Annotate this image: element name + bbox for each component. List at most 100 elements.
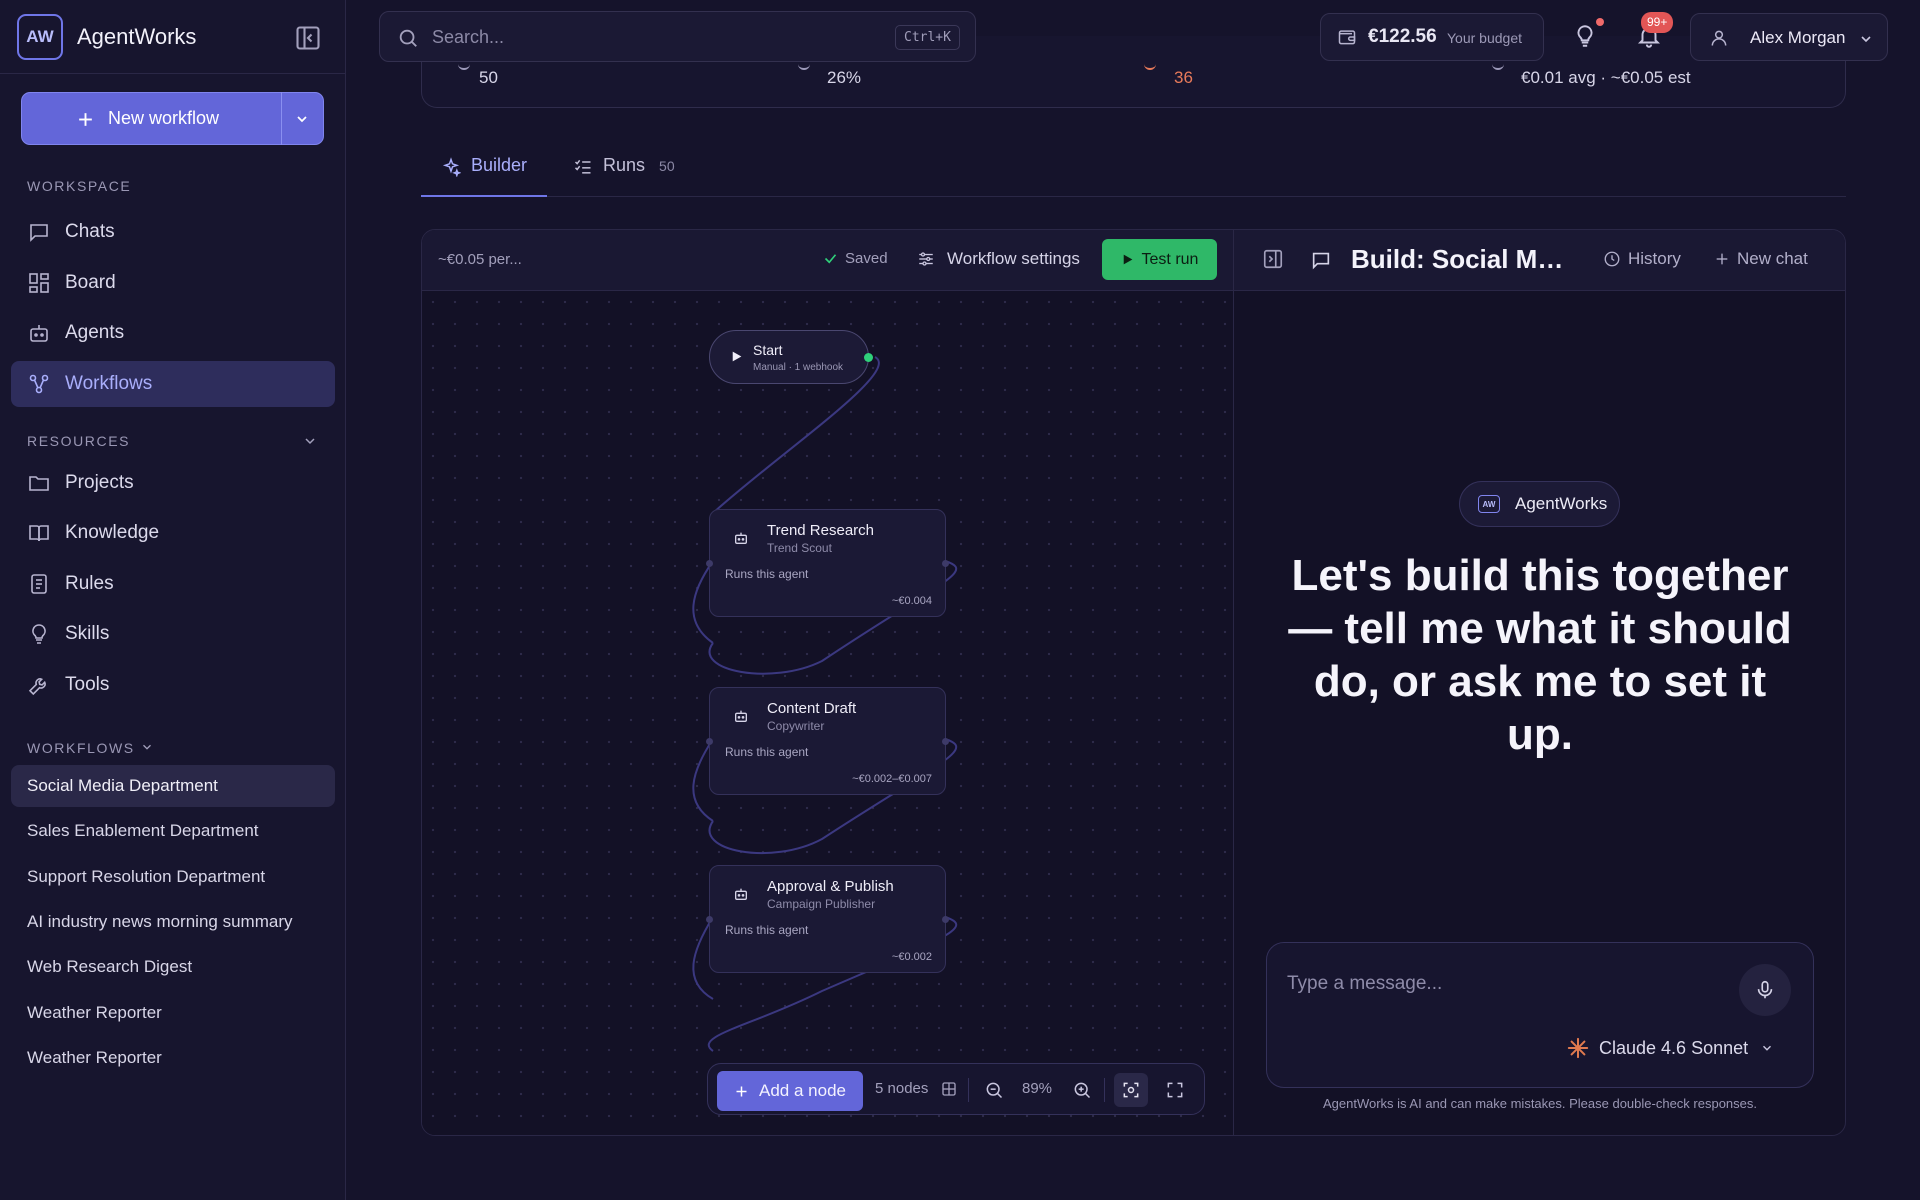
zoom-in-icon[interactable] <box>1072 1080 1092 1100</box>
new-workflow-button[interactable]: New workflow <box>22 93 281 144</box>
sidebar-item-label: Chats <box>65 221 115 242</box>
search-bar[interactable]: Search... Ctrl+K <box>379 11 976 62</box>
agent-icon <box>30 325 48 342</box>
node-count: 5 nodes <box>875 1080 929 1097</box>
model-selector[interactable]: Claude 4.6 Sonnet <box>1567 1037 1774 1059</box>
sidebar-item-workflows[interactable]: Workflows <box>11 361 335 407</box>
workflows-section-label: WORKFLOWS <box>27 740 135 756</box>
sidebar-item-tools[interactable]: Tools <box>11 662 335 708</box>
notification-badge: 99+ <box>1641 12 1674 33</box>
chevron-down-icon[interactable] <box>140 740 154 754</box>
stat-cost-value: €0.01 avg · ~€0.05 est <box>1521 68 1691 87</box>
test-run-label: Test run <box>1141 250 1199 268</box>
workflow-list-item[interactable]: AI industry news morning summary <box>11 901 335 943</box>
sparkle-icon <box>442 157 461 177</box>
sidebar-item-board[interactable]: Board <box>11 260 335 306</box>
fit-view-button[interactable] <box>1114 1073 1148 1107</box>
workflow-list-item[interactable]: Weather Reporter <box>11 1037 335 1079</box>
user-icon <box>1711 30 1727 46</box>
budget-indicator[interactable]: €122.56 Your budget <box>1320 13 1544 61</box>
microphone-icon <box>1757 980 1773 999</box>
stat-runs-value: 50 <box>479 68 498 87</box>
sidebar-item-chats[interactable]: Chats <box>11 209 335 255</box>
divider <box>1104 1078 1105 1102</box>
layout-icon[interactable] <box>940 1080 958 1098</box>
chat-icon <box>1312 252 1330 270</box>
add-node-button[interactable]: Add a node <box>717 1071 863 1111</box>
workflow-list-item[interactable]: Support Resolution Department <box>11 856 335 898</box>
search-input[interactable]: Search... <box>432 27 504 48</box>
agent-node-trend-research[interactable]: Trend Research Trend Scout Runs this age… <box>706 509 949 617</box>
collapse-panel-icon[interactable] <box>1262 248 1284 270</box>
start-node[interactable]: Start Manual · 1 webhook <box>709 330 873 384</box>
agent-node-approval-publish[interactable]: Approval & Publish Campaign Publisher Ru… <box>706 865 949 973</box>
board-icon <box>29 273 49 293</box>
folder-icon <box>29 476 49 491</box>
stat-errors-value: 36 <box>1174 68 1193 87</box>
play-icon <box>732 351 742 362</box>
sidebar-item-projects[interactable]: Projects <box>11 460 335 506</box>
search-icon <box>399 29 417 47</box>
history-button[interactable]: History <box>1603 249 1681 269</box>
input-port[interactable] <box>706 738 713 745</box>
microphone-button[interactable] <box>1739 964 1791 1016</box>
workflow-list-item[interactable]: Weather Reporter <box>11 992 335 1034</box>
budget-label: Your budget <box>1447 30 1522 46</box>
save-status-label: Saved <box>845 250 888 267</box>
node-title: Approval & Publish <box>767 878 894 895</box>
sidebar-item-knowledge[interactable]: Knowledge <box>11 510 335 556</box>
sidebar-item-agents[interactable]: Agents <box>11 310 335 356</box>
focus-icon <box>1123 1082 1139 1098</box>
sidebar-item-rules[interactable]: Rules <box>11 561 335 607</box>
output-port[interactable] <box>942 560 949 567</box>
tab-builder[interactable]: Builder <box>421 155 548 197</box>
resources-section-label: RESOURCES <box>27 433 131 449</box>
input-port[interactable] <box>706 560 713 567</box>
chat-hero-text: Let's build this together — tell me what… <box>1288 551 1792 759</box>
user-name: Alex Morgan <box>1750 28 1846 47</box>
message-composer: Claude 4.6 Sonnet <box>1266 942 1814 1088</box>
new-chat-button[interactable]: New chat <box>1714 249 1808 269</box>
history-label: History <box>1628 249 1681 268</box>
sidebar-item-label: Projects <box>65 472 134 493</box>
output-port[interactable] <box>942 738 949 745</box>
agent-node-content-draft[interactable]: Content Draft Copywriter Runs this agent… <box>706 687 949 795</box>
chevron-down-icon[interactable] <box>302 433 318 449</box>
brand-pill: AW AgentWorks <box>1459 481 1620 527</box>
workflow-list-item[interactable]: Sales Enablement Department <box>11 810 335 852</box>
sidebar-item-skills[interactable]: Skills <box>11 611 335 657</box>
panel-divider <box>1233 230 1234 1135</box>
output-port[interactable] <box>942 916 949 923</box>
output-port[interactable] <box>864 353 873 362</box>
plus-icon <box>736 1086 747 1096</box>
message-input[interactable] <box>1287 969 1727 999</box>
chevron-down-icon <box>1861 36 1871 43</box>
workflow-canvas[interactable]: Start Manual · 1 webhook Trend Research … <box>422 291 1233 1135</box>
zoom-out-icon[interactable] <box>984 1080 1004 1100</box>
claude-spark-icon <box>1567 1037 1589 1059</box>
user-menu[interactable]: Alex Morgan <box>1690 13 1888 61</box>
new-workflow-button-group: New workflow <box>21 92 324 145</box>
search-shortcut: Ctrl+K <box>895 25 960 50</box>
test-run-button[interactable]: Test run <box>1102 239 1217 280</box>
sliders-icon <box>919 252 933 266</box>
workflow-settings-button[interactable]: Workflow settings <box>917 249 1080 269</box>
fullscreen-icon[interactable] <box>1165 1080 1185 1100</box>
workflow-list-item[interactable]: Social Media Department <box>11 765 335 807</box>
tab-runs[interactable]: Runs 50 <box>573 155 675 197</box>
error-icon <box>1144 60 1156 70</box>
lightbulb-icon[interactable] <box>1572 22 1598 50</box>
workflow-settings-label: Workflow settings <box>947 249 1080 268</box>
new-workflow-dropdown-button[interactable] <box>282 92 324 145</box>
workflow-list-item[interactable]: Web Research Digest <box>11 946 335 988</box>
plus-icon <box>1716 253 1728 265</box>
model-name: Claude 4.6 Sonnet <box>1599 1037 1749 1058</box>
wrench-icon <box>28 678 46 696</box>
new-workflow-label: New workflow <box>108 108 220 128</box>
builder-panel: ~€0.05 per... Saved Workflow settings Te… <box>421 229 1846 1136</box>
budget-amount: €122.56 <box>1368 26 1437 47</box>
collapse-sidebar-icon[interactable] <box>294 24 322 52</box>
input-port[interactable] <box>706 916 713 923</box>
app-logo[interactable]: AW <box>17 14 63 60</box>
chat-title: Build: Social Media... <box>1351 244 1573 274</box>
